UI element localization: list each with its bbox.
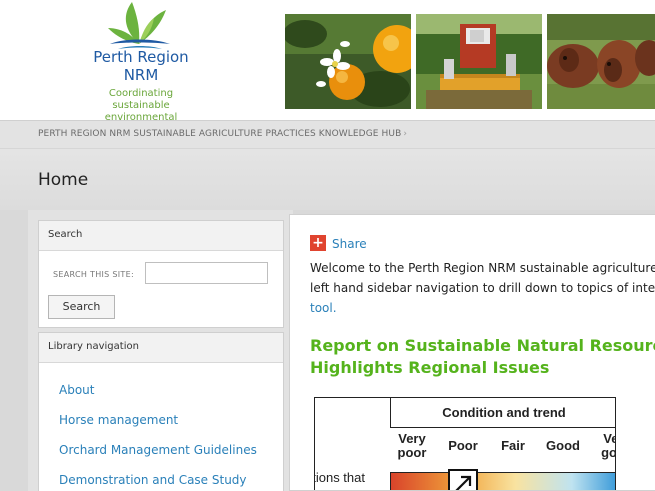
report-heading-line-2: Highlights Regional Issues (310, 358, 550, 377)
leaf-logo-icon (108, 2, 170, 49)
figure-column-very-good: Very good (601, 431, 616, 460)
logo-tagline-line1: Coordinating sustainable (108, 88, 174, 111)
figure-column-very-poor: Very poor (397, 431, 427, 460)
figure-condition-scale (390, 472, 615, 490)
title-band: PERTH REGION NRM SUSTAINABLE AGRICULTURE… (0, 120, 655, 210)
oranges-photo (285, 14, 411, 109)
left-sidebar: Search SEARCH THIS SITE: Search Library … (28, 210, 293, 491)
search-portlet-heading: Search (39, 221, 283, 251)
site-logo[interactable]: Perth Region NRM Coordinating sustainabl… (86, 0, 206, 135)
intro-tool-link[interactable]: tool. (310, 301, 337, 315)
page: Perth Region NRM Coordinating sustainabl… (0, 0, 655, 491)
search-button[interactable]: Search (48, 295, 115, 319)
report-heading-line-1: Report on Sustainable Natural Resource U (310, 336, 655, 355)
library-navigation-portlet: Library navigation About Horse managemen… (38, 332, 284, 491)
figure-column-poor: Poor (448, 438, 478, 453)
library-navigation-list: About Horse management Orchard Managemen… (39, 363, 283, 491)
trend-arrow-icon (448, 469, 478, 490)
figure-caption: Condition and trend (390, 398, 615, 428)
nav-item-about[interactable]: About (59, 375, 283, 405)
breadcrumb-trail: PERTH REGION NRM SUSTAINABLE AGRICULTURE… (38, 129, 407, 139)
nav-item-orchard-management[interactable]: Orchard Management Guidelines (59, 435, 283, 465)
nav-item-demonstration-case-study[interactable]: Demonstration and Case Study (59, 465, 283, 491)
main-content: + Share Welcome to the Perth Region NRM … (289, 214, 655, 491)
report-heading: Report on Sustainable Natural Resource U… (310, 335, 655, 379)
cattle-photo (547, 14, 655, 109)
site-header: Perth Region NRM Coordinating sustainabl… (0, 0, 655, 135)
page-title: Home (38, 170, 89, 190)
condition-trend-figure: Condition and trend Very poor Poor Fair … (314, 397, 616, 490)
breadcrumb-link[interactable]: PERTH REGION NRM SUSTAINABLE AGRICULTURE… (38, 129, 401, 139)
library-navigation-heading: Library navigation (39, 333, 283, 363)
plus-share-icon: + (310, 235, 326, 251)
intro-line-2: left hand sidebar navigation to drill do… (310, 281, 655, 295)
search-portlet: Search SEARCH THIS SITE: Search (38, 220, 284, 328)
search-input[interactable] (145, 262, 268, 284)
intro-line-1: Welcome to the Perth Region NRM sustaina… (310, 261, 655, 275)
search-label: SEARCH THIS SITE: (53, 270, 134, 279)
share-label: Share (332, 237, 367, 251)
intro-paragraph: Welcome to the Perth Region NRM sustaina… (310, 258, 655, 318)
breadcrumb: PERTH REGION NRM SUSTAINABLE AGRICULTURE… (0, 121, 655, 149)
orchard-harvester-photo (416, 14, 542, 109)
figure-column-good: Good (546, 438, 580, 453)
breadcrumb-separator: › (403, 129, 408, 139)
search-row: SEARCH THIS SITE: (51, 261, 281, 291)
figure-row-label: ations that (315, 470, 365, 485)
nav-item-horse-management[interactable]: Horse management (59, 405, 283, 435)
logo-subtitle: NRM (123, 66, 159, 84)
figure-column-fair: Fair (501, 438, 525, 453)
logo-title: Perth Region (93, 48, 189, 66)
